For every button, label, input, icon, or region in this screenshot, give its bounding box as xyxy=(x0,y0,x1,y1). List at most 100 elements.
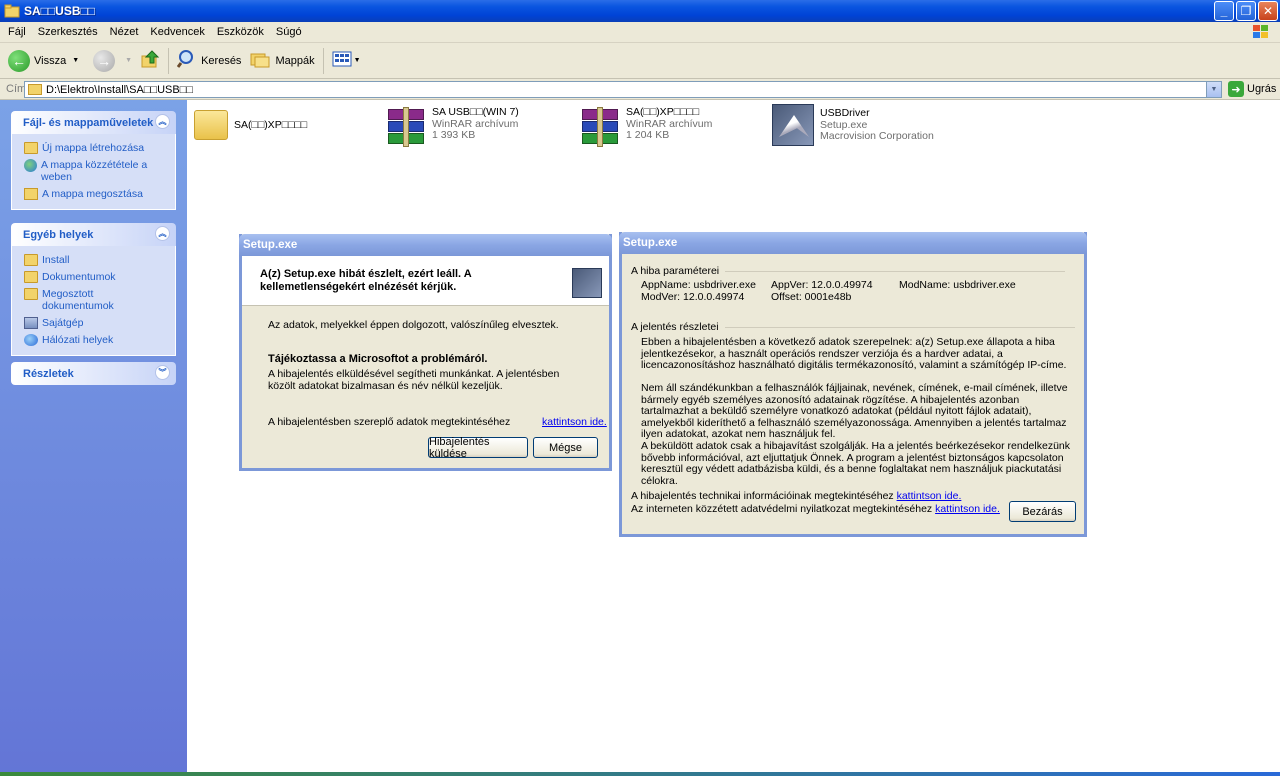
modname-value: ModName: usbdriver.exe xyxy=(899,279,1016,291)
place-network[interactable]: Hálózati helyek xyxy=(24,334,167,346)
details-paragraph-1: Ebben a hibajelentésben a következő adat… xyxy=(641,336,1067,371)
menu-favorites[interactable]: Kedvencek xyxy=(144,26,210,38)
close-dialog-button[interactable]: Bezárás xyxy=(1009,501,1076,522)
place-shared-documents[interactable]: Megosztott dokumentumok xyxy=(24,288,167,312)
details-paragraph-3: A beküldött adatok csak a hibajavítást s… xyxy=(641,440,1071,487)
menu-view[interactable]: Nézet xyxy=(104,26,145,38)
close-button[interactable]: ✕ xyxy=(1258,1,1278,21)
task-new-folder[interactable]: Új mappa létrehozása xyxy=(24,142,167,154)
expand-icon[interactable]: ︾ xyxy=(155,365,170,380)
title-bar: SA□□USB□□ _ ❐ ✕ xyxy=(0,0,1280,22)
details-dialog-title: Setup.exe xyxy=(619,232,1087,254)
chevron-down-icon: ▼ xyxy=(353,57,361,64)
setup-icon xyxy=(572,268,602,298)
other-places-header[interactable]: Egyéb helyek ︽ xyxy=(11,223,176,246)
file-item-usbdriver[interactable]: USBDriver Setup.exe Macrovision Corporat… xyxy=(772,104,934,146)
params-label: A hiba paraméterei xyxy=(631,265,720,277)
offset-value: Offset: 0001e48b xyxy=(771,291,852,303)
report-info-text: A hibajelentés elküldésével segítheti mu… xyxy=(268,368,560,392)
collapse-icon[interactable]: ︽ xyxy=(155,114,170,129)
privacy-text: Az interneten közzétett adatvédelmi nyil… xyxy=(631,503,933,515)
up-button[interactable] xyxy=(136,46,164,76)
address-dropdown-button[interactable]: ▼ xyxy=(1206,82,1221,97)
other-places-panel: Egyéb helyek ︽ Install Dokumentumok Mego… xyxy=(11,223,176,356)
menu-edit[interactable]: Szerkesztés xyxy=(32,26,104,38)
setup-exe-icon xyxy=(772,104,814,146)
error-dialog-title: Setup.exe xyxy=(239,234,612,256)
views-button[interactable]: ▼ xyxy=(328,46,365,76)
folder-icon xyxy=(24,254,38,266)
task-pane: Fájl- és mappaműveletek ︽ Új mappa létre… xyxy=(0,100,187,776)
task-share-folder[interactable]: A mappa megosztása xyxy=(24,188,167,200)
folder-up-icon xyxy=(140,49,160,72)
toolbar: ← Vissza ▼ → ▼ Keresés Mappák ▼ xyxy=(0,43,1280,79)
windows-logo-icon xyxy=(1252,24,1270,40)
menu-file[interactable]: Fájl xyxy=(0,26,32,38)
file-item-folder[interactable]: SA(□□)XP□□□□ xyxy=(194,104,307,140)
chevron-down-icon: ▼ xyxy=(125,57,133,64)
place-my-computer[interactable]: Sajátgép xyxy=(24,317,167,329)
view-data-link[interactable]: kattintson ide. xyxy=(542,416,607,429)
details-paragraph-2: Nem áll szándékunkban a felhasználók fáj… xyxy=(641,382,1068,440)
shared-documents-icon xyxy=(24,288,38,300)
window-title: SA□□USB□□ xyxy=(24,4,95,18)
back-arrow-icon: ← xyxy=(8,49,30,72)
cancel-button[interactable]: Mégse xyxy=(533,437,598,458)
taskbar-edge xyxy=(0,772,1280,776)
network-icon xyxy=(24,334,38,346)
new-folder-icon xyxy=(24,142,38,154)
computer-icon xyxy=(24,317,38,329)
details-panel: Részletek ︾ xyxy=(11,362,176,385)
address-label: Cím xyxy=(6,83,27,95)
forward-button[interactable]: → ▼ xyxy=(89,46,136,76)
address-path: D:\Elektro\Install\SA□□USB□□ xyxy=(46,83,194,96)
details-label: A jelentés részletei xyxy=(631,321,719,333)
inform-microsoft-heading: Tájékoztassa a Microsoftot a problémáról… xyxy=(268,353,488,365)
folder-icon xyxy=(28,84,42,95)
tech-info-link[interactable]: kattintson ide. xyxy=(897,490,962,502)
details-header[interactable]: Részletek ︾ xyxy=(11,362,176,385)
place-documents[interactable]: Dokumentumok xyxy=(24,271,167,283)
address-bar: Cím D:\Elektro\Install\SA□□USB□□ ▼ ➜ Ugr… xyxy=(0,79,1280,100)
search-icon xyxy=(176,49,197,72)
error-dialog: Setup.exe A(z) Setup.exe hibát észlelt, … xyxy=(239,234,612,471)
file-item-rar-xp[interactable]: SA(□□)XP□□□□ WinRAR archívum 1 204 KB xyxy=(580,106,712,147)
error-header-text: A(z) Setup.exe hibát észlelt, ezért leál… xyxy=(260,268,472,293)
modver-value: ModVer: 12.0.0.49974 xyxy=(641,291,745,303)
task-publish-web[interactable]: A mappa közzététele a weben xyxy=(24,159,167,183)
menu-bar: Fájl Szerkesztés Nézet Kedvencek Eszközö… xyxy=(0,22,1280,43)
collapse-icon[interactable]: ︽ xyxy=(155,226,170,241)
menu-tools[interactable]: Eszközök xyxy=(211,26,270,38)
send-report-button[interactable]: Hibajelentés küldése xyxy=(428,436,528,460)
views-icon xyxy=(332,50,352,71)
view-data-text: A hibajelentésben szereplő adatok megtek… xyxy=(268,416,511,428)
share-folder-icon xyxy=(24,188,38,200)
forward-arrow-icon: → xyxy=(93,49,116,72)
file-item-rar-win7[interactable]: SA USB□□(WIN 7) WinRAR archívum 1 393 KB xyxy=(386,106,519,147)
folder-icon xyxy=(194,110,228,140)
search-button[interactable]: Keresés xyxy=(173,46,245,76)
menu-help[interactable]: Súgó xyxy=(270,26,308,38)
folders-icon xyxy=(249,49,271,72)
folders-button[interactable]: Mappák xyxy=(245,46,318,76)
back-button[interactable]: ← Vissza ▼ xyxy=(0,46,83,76)
minimize-button[interactable]: _ xyxy=(1214,1,1234,21)
error-details-dialog: Setup.exe A hiba paraméterei AppName: us… xyxy=(619,232,1087,537)
folder-icon xyxy=(4,4,20,18)
maximize-button[interactable]: ❐ xyxy=(1236,1,1256,21)
chevron-down-icon: ▼ xyxy=(72,57,80,64)
file-tasks-panel: Fájl- és mappaműveletek ︽ Új mappa létre… xyxy=(11,111,176,210)
file-tasks-header[interactable]: Fájl- és mappaműveletek ︽ xyxy=(11,111,176,134)
address-input[interactable]: D:\Elektro\Install\SA□□USB□□ ▼ xyxy=(24,81,1222,98)
documents-icon xyxy=(24,271,38,283)
winrar-archive-icon xyxy=(386,107,426,147)
data-lost-text: Az adatok, melyekkel éppen dolgozott, va… xyxy=(268,319,559,331)
go-button[interactable]: ➜ Ugrás xyxy=(1228,81,1276,97)
place-install[interactable]: Install xyxy=(24,254,167,266)
appname-value: AppName: usbdriver.exe xyxy=(641,279,756,291)
privacy-link[interactable]: kattintson ide. xyxy=(935,503,1000,515)
go-arrow-icon: ➜ xyxy=(1228,81,1244,97)
globe-icon xyxy=(24,159,37,172)
tech-info-text: A hibajelentés technikai információinak … xyxy=(631,490,894,502)
winrar-archive-icon xyxy=(580,107,620,147)
